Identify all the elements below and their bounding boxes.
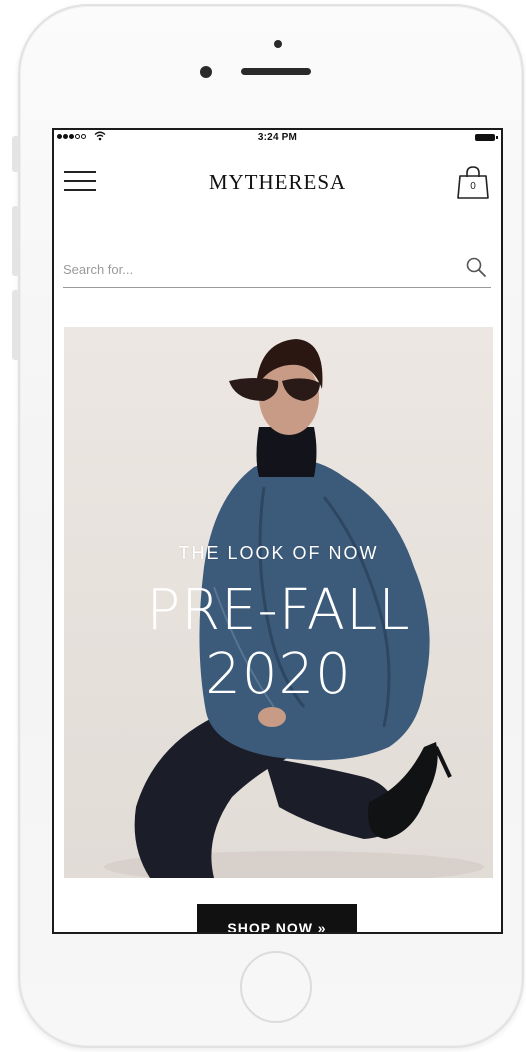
search-bar [63,248,491,288]
bag-count-badge: 0 [470,181,476,192]
volume-up-button [12,206,19,276]
hamburger-menu-icon[interactable] [64,168,96,194]
phone-screen: 3:24 PM MYTHERESA 0 Search for... THE LO… [52,128,503,934]
shop-now-button[interactable]: SHOP NOW » [197,904,357,932]
hero-banner[interactable]: THE LOOK OF NOW PRE-FALL 2020 [64,327,493,878]
battery-icon [475,134,498,141]
mute-switch [12,136,19,172]
volume-down-button [12,290,19,360]
home-button[interactable] [240,951,312,1023]
front-camera [200,66,212,78]
app-header: MYTHERESA 0 [54,160,501,204]
proximity-sensor [274,40,282,48]
status-bar: 3:24 PM [54,130,501,146]
search-icon[interactable] [465,256,487,278]
hero-title-line-1: PRE-FALL [146,578,411,643]
shopping-bag-button[interactable]: 0 [456,164,490,200]
hero-title-line-2: 2020 [205,642,352,707]
status-time: 3:24 PM [257,132,298,143]
hero-eyebrow-text: THE LOOK OF NOW [178,543,379,563]
hero-title: PRE-FALL 2020 [64,579,493,707]
brand-logo[interactable]: MYTHERESA [54,170,501,195]
search-input[interactable] [63,258,453,280]
earpiece-speaker [241,68,311,75]
